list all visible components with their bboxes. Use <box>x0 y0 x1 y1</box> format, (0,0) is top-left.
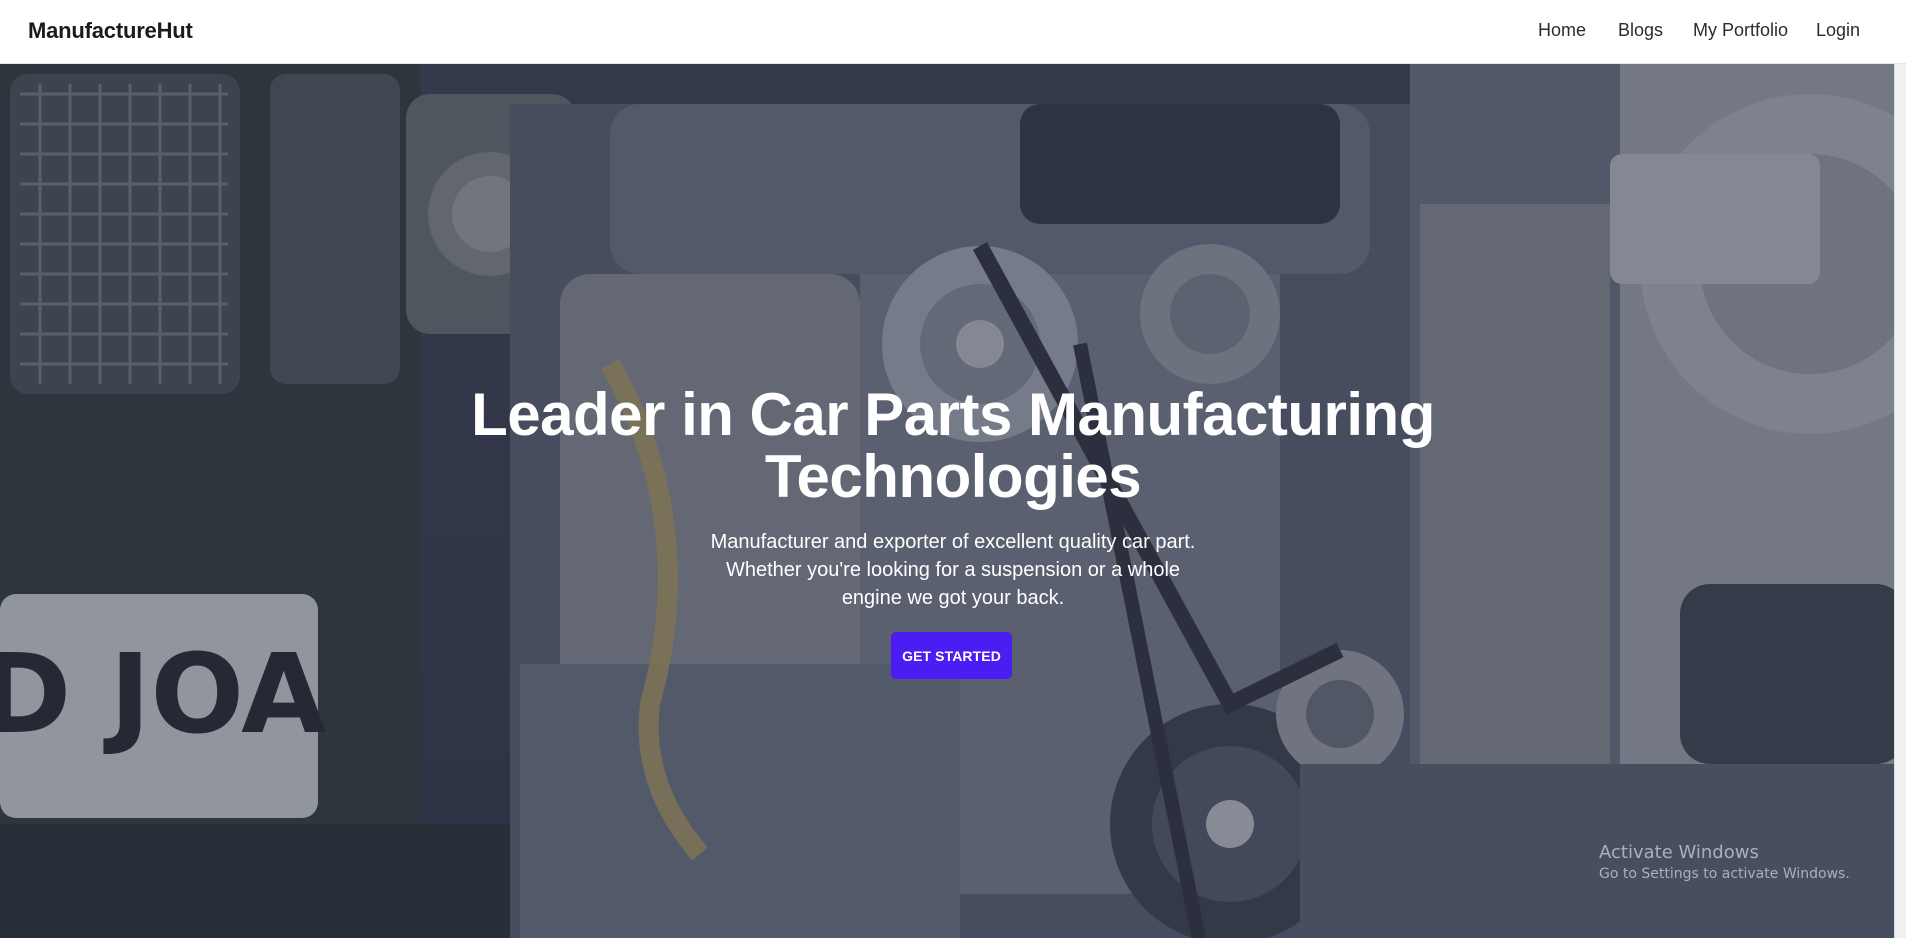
nav-portfolio-link[interactable]: My Portfolio <box>1693 20 1788 41</box>
hero-title-line2: Technologies <box>764 443 1142 510</box>
nav-blogs-link[interactable]: Blogs <box>1618 20 1663 41</box>
hero-title-line1: Leader in Car Parts Manufacturing <box>471 381 1435 448</box>
brand-logo[interactable]: ManufactureHut <box>28 18 193 44</box>
hero-subtitle-line1: Manufacturer and exporter of excellent q… <box>710 531 1196 553</box>
windows-activation-watermark: Activate Windows Go to Settings to activ… <box>1599 842 1850 884</box>
watermark-subtitle: Go to Settings to activate Windows. <box>1599 866 1850 882</box>
hero-subtitle-line3: engine we got your back. <box>841 587 1065 609</box>
nav-home-link[interactable]: Home <box>1538 20 1586 41</box>
hero-section: D JOA Leader in Car Parts Manufacturing … <box>0 64 1906 938</box>
navbar: ManufactureHut Home Blogs My Portfolio L… <box>0 0 1906 64</box>
hero-title: Leader in Car Parts Manufacturing Techno… <box>353 384 1553 508</box>
hero-content: Leader in Car Parts Manufacturing Techno… <box>0 64 1906 938</box>
hero-subtitle: Manufacturer and exporter of excellent q… <box>653 528 1253 612</box>
hero-subtitle-line2: Whether you're looking for a suspension … <box>725 559 1181 581</box>
get-started-button[interactable]: GET STARTED <box>891 632 1012 679</box>
watermark-title: Activate Windows <box>1599 842 1759 863</box>
page-root: ManufactureHut Home Blogs My Portfolio L… <box>0 0 1906 938</box>
nav-login-link[interactable]: Login <box>1816 20 1860 41</box>
